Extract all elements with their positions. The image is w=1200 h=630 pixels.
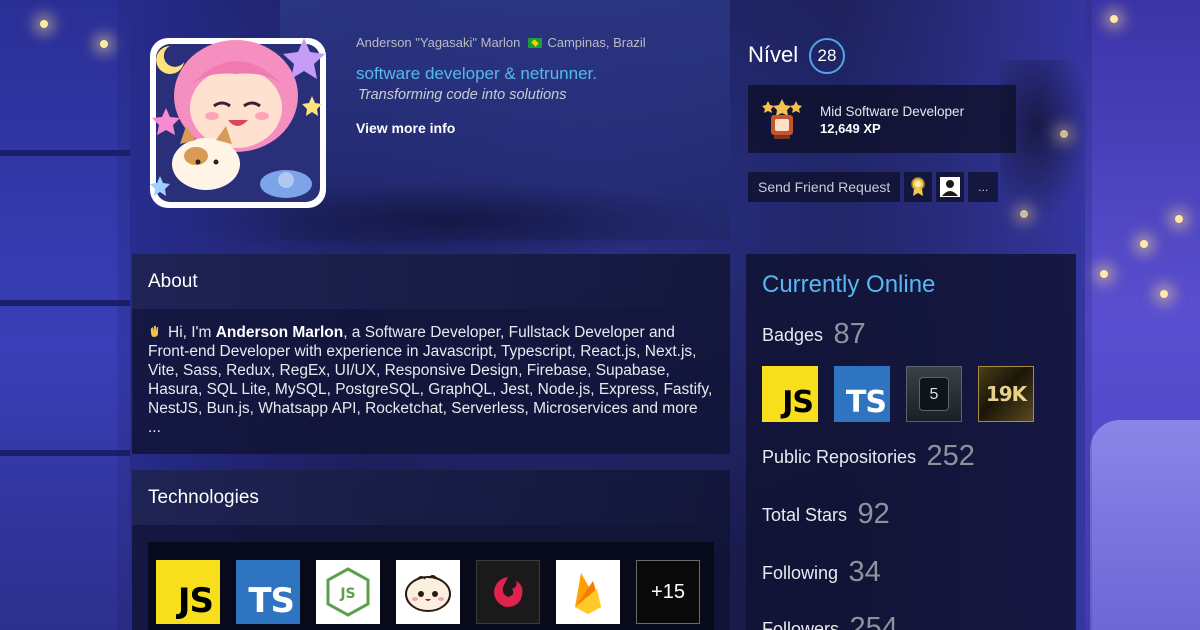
public-repositories-label: Public Repositories	[762, 447, 917, 467]
online-status: Currently Online	[762, 271, 936, 298]
background-shelf	[0, 150, 130, 156]
followers-value: 254	[849, 612, 898, 630]
send-friend-request-button[interactable]: Send Friend Request	[748, 172, 901, 202]
profile-actions: Send Friend Request ...	[748, 172, 999, 202]
view-more-info-link[interactable]: View more info	[356, 120, 455, 136]
fairy-light	[1175, 215, 1183, 223]
profile-subheadline: Transforming code into solutions	[358, 87, 567, 103]
typescript-badge[interactable]: TS	[834, 366, 890, 422]
javascript-badge[interactable]: JS	[762, 366, 818, 422]
fairy-light	[1140, 240, 1148, 248]
technologies-title: Technologies	[132, 470, 730, 525]
brazil-flag-icon	[528, 38, 543, 48]
javascript-badge-icon: JS	[782, 385, 814, 420]
about-intro: Hi, I'm	[168, 324, 216, 341]
years-of-service-badge-icon: 5	[919, 377, 949, 411]
level-badge: 28	[809, 38, 845, 74]
badges-count: 87	[833, 318, 866, 350]
nodejs-label: JS	[339, 586, 355, 602]
profile-headline: software developer & netrunner.	[356, 64, 597, 83]
fairy-light	[1160, 290, 1168, 298]
nodejs-tile[interactable]: JS	[316, 560, 380, 624]
fairy-light	[40, 20, 48, 28]
fairy-light	[100, 40, 108, 48]
nestjs-tile[interactable]	[476, 560, 540, 624]
fairy-light	[1110, 15, 1118, 23]
xp-box[interactable]: Mid Software Developer 12,649 XP	[748, 85, 1016, 153]
badges-label: Badges	[762, 325, 824, 345]
background-shelf	[0, 300, 130, 306]
typescript-icon: TS	[248, 581, 295, 621]
more-options-button[interactable]: ...	[968, 172, 999, 202]
background-bed	[1090, 420, 1200, 630]
technologies-panel: Technologies JS TS JS +15	[132, 470, 730, 630]
typescript-badge-icon: TS	[845, 385, 887, 420]
persona-name: Anderson "Yagasaki" Marlon Campinas, Braz…	[356, 35, 646, 50]
more-technologies-tile[interactable]: +15	[636, 560, 700, 624]
technologies-list: JS TS JS +15	[148, 542, 714, 630]
award-ribbon-icon	[911, 177, 926, 196]
nodejs-icon: JS	[326, 567, 370, 617]
19k-badge-icon: 19K	[985, 382, 1027, 406]
trophy-rank-icon	[762, 99, 802, 139]
total-stars-stat[interactable]: Total Stars 92	[762, 498, 890, 531]
public-repositories-stat[interactable]: Public Repositories 252	[762, 440, 975, 473]
19k-badge[interactable]: 19K	[978, 366, 1034, 422]
about-text: Hi, I'm Anderson Marlon, a Software Deve…	[132, 309, 730, 437]
badge-list: JS TS 5 19K	[762, 366, 1034, 422]
location-text: Campinas, Brazil	[547, 35, 646, 50]
background-wall-left	[0, 0, 130, 630]
years-of-service-badge[interactable]: 5	[906, 366, 962, 422]
total-stars-label: Total Stars	[762, 505, 848, 525]
following-value: 34	[848, 556, 881, 588]
avatar[interactable]	[136, 16, 340, 216]
background-shelf	[0, 450, 130, 456]
award-button[interactable]	[904, 172, 933, 202]
typescript-tile[interactable]: TS	[236, 560, 300, 624]
firebase-icon	[575, 573, 601, 614]
javascript-icon: JS	[177, 581, 214, 621]
level-title: Nível	[748, 42, 799, 67]
javascript-tile[interactable]: JS	[156, 560, 220, 624]
fairy-light	[1100, 270, 1108, 278]
xp-amount: 12,649 XP	[820, 121, 881, 136]
public-repositories-value: 252	[926, 440, 975, 472]
friend-profile-button[interactable]	[936, 172, 965, 202]
followers-stat[interactable]: Followers 254	[762, 612, 898, 630]
about-title: About	[132, 254, 730, 309]
total-stars-value: 92	[857, 498, 890, 530]
following-stat[interactable]: Following 34	[762, 556, 881, 589]
waving-hand-icon	[150, 325, 159, 337]
persona-name-text: Anderson "Yagasaki" Marlon	[356, 35, 521, 50]
xp-rank-name: Mid Software Developer	[820, 104, 965, 119]
about-name: Anderson Marlon	[215, 324, 344, 341]
user-profile-icon	[940, 177, 961, 197]
about-panel: About Hi, I'm Anderson Marlon, a Softwar…	[132, 254, 730, 454]
badges-stat[interactable]: Badges 87	[762, 318, 866, 351]
nestjs-icon	[494, 577, 523, 607]
firebase-tile[interactable]	[556, 560, 620, 624]
bun-tile[interactable]	[396, 560, 460, 624]
following-label: Following	[762, 563, 839, 583]
stats-panel: Currently Online Badges 87 JS TS 5 19K P…	[746, 254, 1076, 630]
followers-label: Followers	[762, 619, 840, 630]
bun-icon	[405, 575, 451, 612]
anime-girl-avatar-icon	[150, 38, 326, 208]
